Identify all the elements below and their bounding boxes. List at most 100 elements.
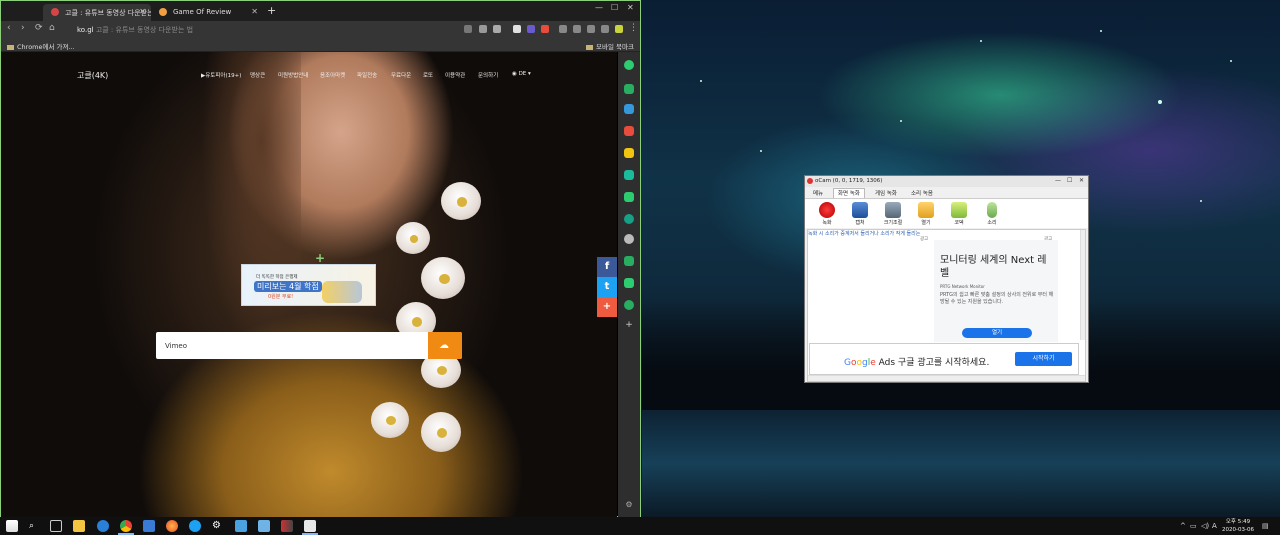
- nav-link[interactable]: 로또: [423, 71, 433, 79]
- nav-link[interactable]: 미원방법안내: [278, 71, 308, 79]
- add-icon[interactable]: +: [624, 320, 634, 330]
- edge-icon[interactable]: [97, 520, 109, 532]
- file-explorer-icon[interactable]: [73, 520, 85, 532]
- notifications-icon[interactable]: ▤: [1262, 522, 1269, 530]
- tab-game-of-review[interactable]: Game Of Review ✕: [151, 4, 263, 21]
- zoom-icon[interactable]: [464, 25, 472, 33]
- shield-icon[interactable]: [479, 25, 487, 33]
- twitter-app-icon[interactable]: [189, 520, 201, 532]
- app-icon[interactable]: [258, 520, 270, 532]
- home-icon[interactable]: ⌂: [49, 23, 55, 33]
- dock-app-icon[interactable]: [624, 84, 634, 94]
- maximize-icon[interactable]: ☐: [611, 3, 618, 12]
- windows-start-icon[interactable]: [6, 520, 18, 532]
- resize-button[interactable]: 크기조절: [881, 202, 905, 226]
- open-button[interactable]: 열기: [914, 202, 938, 226]
- dock-app-icon[interactable]: [624, 278, 634, 288]
- profile-icon[interactable]: [601, 25, 609, 33]
- close-tab-icon[interactable]: ✕: [139, 7, 146, 16]
- forward-icon[interactable]: ›: [21, 23, 25, 33]
- record-button[interactable]: 녹화: [815, 202, 839, 226]
- dock-app-icon[interactable]: [624, 256, 634, 266]
- extension-icon[interactable]: [513, 25, 521, 33]
- app-icon[interactable]: [235, 520, 247, 532]
- download-icon[interactable]: [559, 25, 567, 33]
- nav-link[interactable]: 문의하기: [478, 71, 498, 79]
- ime-indicator[interactable]: A: [1212, 522, 1217, 530]
- reload-icon[interactable]: ⟳: [35, 23, 43, 33]
- tab-game-record[interactable]: 게임 녹화: [871, 189, 901, 197]
- settings-icon[interactable]: ⚙: [212, 520, 224, 532]
- chrome-icon[interactable]: [118, 520, 134, 535]
- dock-app-icon[interactable]: [624, 192, 634, 202]
- dock-app-icon[interactable]: [624, 234, 634, 244]
- maximize-icon[interactable]: ☐: [1067, 177, 1072, 184]
- download-button[interactable]: ☁: [428, 332, 462, 359]
- settings-icon[interactable]: ⚙: [624, 500, 634, 510]
- google-ads-banner[interactable]: Google Ads 구글 광고를 시작하세요. 시작하기: [809, 343, 1079, 375]
- notice-text[interactable]: 녹화 시 소리가 증계저서 들리거나 소리가 작게 들리는: [808, 230, 920, 237]
- address-bar[interactable]: ko.gl 고클 : 유튜브 동영상 다운받는 법: [63, 23, 503, 36]
- nav-link[interactable]: 파일전송: [357, 71, 377, 79]
- cast-icon[interactable]: [573, 25, 581, 33]
- capture-button[interactable]: 캡처: [848, 202, 872, 226]
- prtg-ad[interactable]: 모니터링 세계의 Next 레벨 PRTG Network Monitor PR…: [934, 240, 1058, 342]
- minimize-icon[interactable]: —: [595, 3, 603, 12]
- menu-item[interactable]: 메뉴: [809, 189, 827, 197]
- video-url-input[interactable]: [156, 332, 428, 359]
- close-icon[interactable]: ✕: [1079, 177, 1084, 184]
- bookmarks-bar: Chrome에서 가져... 모바일 북마크: [1, 38, 640, 52]
- dock-app-icon[interactable]: [624, 148, 634, 158]
- horizontal-scrollbar[interactable]: [808, 375, 1085, 381]
- task-view-icon[interactable]: [50, 520, 62, 532]
- check-icon[interactable]: [615, 25, 623, 33]
- nav-link-utopia[interactable]: ▶유토피아(19+): [201, 71, 241, 79]
- codec-button[interactable]: 코덱: [947, 202, 971, 226]
- extension-icon[interactable]: [527, 25, 535, 33]
- ad-banner[interactable]: 더 똑똑한 학점 은행제 미리보는 4월 학점 0원분 무료!: [241, 264, 376, 306]
- search-icon[interactable]: ⌕: [29, 520, 41, 532]
- app-icon[interactable]: [281, 520, 293, 532]
- star-icon[interactable]: [493, 25, 501, 33]
- bookmark-folder-mobile[interactable]: 모바일 북마크: [586, 41, 634, 51]
- close-window-icon[interactable]: ✕: [627, 3, 634, 12]
- dock-app-icon[interactable]: [624, 214, 634, 224]
- menu-icon[interactable]: ⋮: [629, 23, 638, 33]
- vertical-scrollbar[interactable]: [1080, 230, 1085, 340]
- save-icon[interactable]: [143, 520, 155, 532]
- ad-open-button[interactable]: 열기: [962, 328, 1032, 338]
- nav-link[interactable]: 무료다운: [391, 71, 411, 79]
- tray-arrow-icon[interactable]: ^: [1180, 522, 1186, 530]
- tab-screen-record[interactable]: 화면 녹화: [833, 188, 865, 198]
- sound-button[interactable]: 소리: [980, 202, 1004, 226]
- network-icon[interactable]: ▭: [1190, 522, 1197, 530]
- back-icon[interactable]: ‹: [7, 23, 11, 33]
- facebook-share-button[interactable]: f: [597, 257, 617, 277]
- dock-app-icon[interactable]: [624, 126, 634, 136]
- site-logo[interactable]: 고클(4K): [77, 70, 108, 81]
- dock-app-icon[interactable]: [624, 60, 634, 70]
- add-share-button[interactable]: +: [597, 297, 617, 317]
- nav-link[interactable]: 이용약관: [445, 71, 465, 79]
- nav-link[interactable]: 음조아마켓: [320, 71, 345, 79]
- ocam-taskbar-icon[interactable]: [302, 520, 318, 535]
- minimize-icon[interactable]: —: [1055, 177, 1061, 184]
- nav-link[interactable]: 맹상큰: [250, 71, 265, 79]
- dock-app-icon[interactable]: [624, 170, 634, 180]
- sidebar-icon[interactable]: [587, 25, 595, 33]
- dock-app-icon[interactable]: [624, 104, 634, 114]
- lake: [642, 410, 1280, 517]
- new-tab-button[interactable]: +: [267, 4, 276, 17]
- tab-active[interactable]: 고클 : 유튜브 동영상 다운받는 법 ✕: [43, 4, 151, 21]
- volume-icon[interactable]: ◁): [1201, 522, 1209, 530]
- close-tab-icon[interactable]: ✕: [251, 7, 258, 16]
- dock-app-icon[interactable]: [624, 300, 634, 310]
- clock[interactable]: 오후 5:49 2020-03-06: [1222, 518, 1254, 534]
- twitter-share-button[interactable]: t: [597, 277, 617, 297]
- bookmark-folder-imported[interactable]: Chrome에서 가져...: [7, 41, 75, 51]
- tab-audio-record[interactable]: 소리 녹음: [907, 189, 937, 197]
- language-selector[interactable]: ◉ DE ▾: [512, 71, 531, 77]
- extension-icon[interactable]: [541, 25, 549, 33]
- firefox-icon[interactable]: [166, 520, 178, 532]
- google-ads-start-button[interactable]: 시작하기: [1015, 352, 1072, 366]
